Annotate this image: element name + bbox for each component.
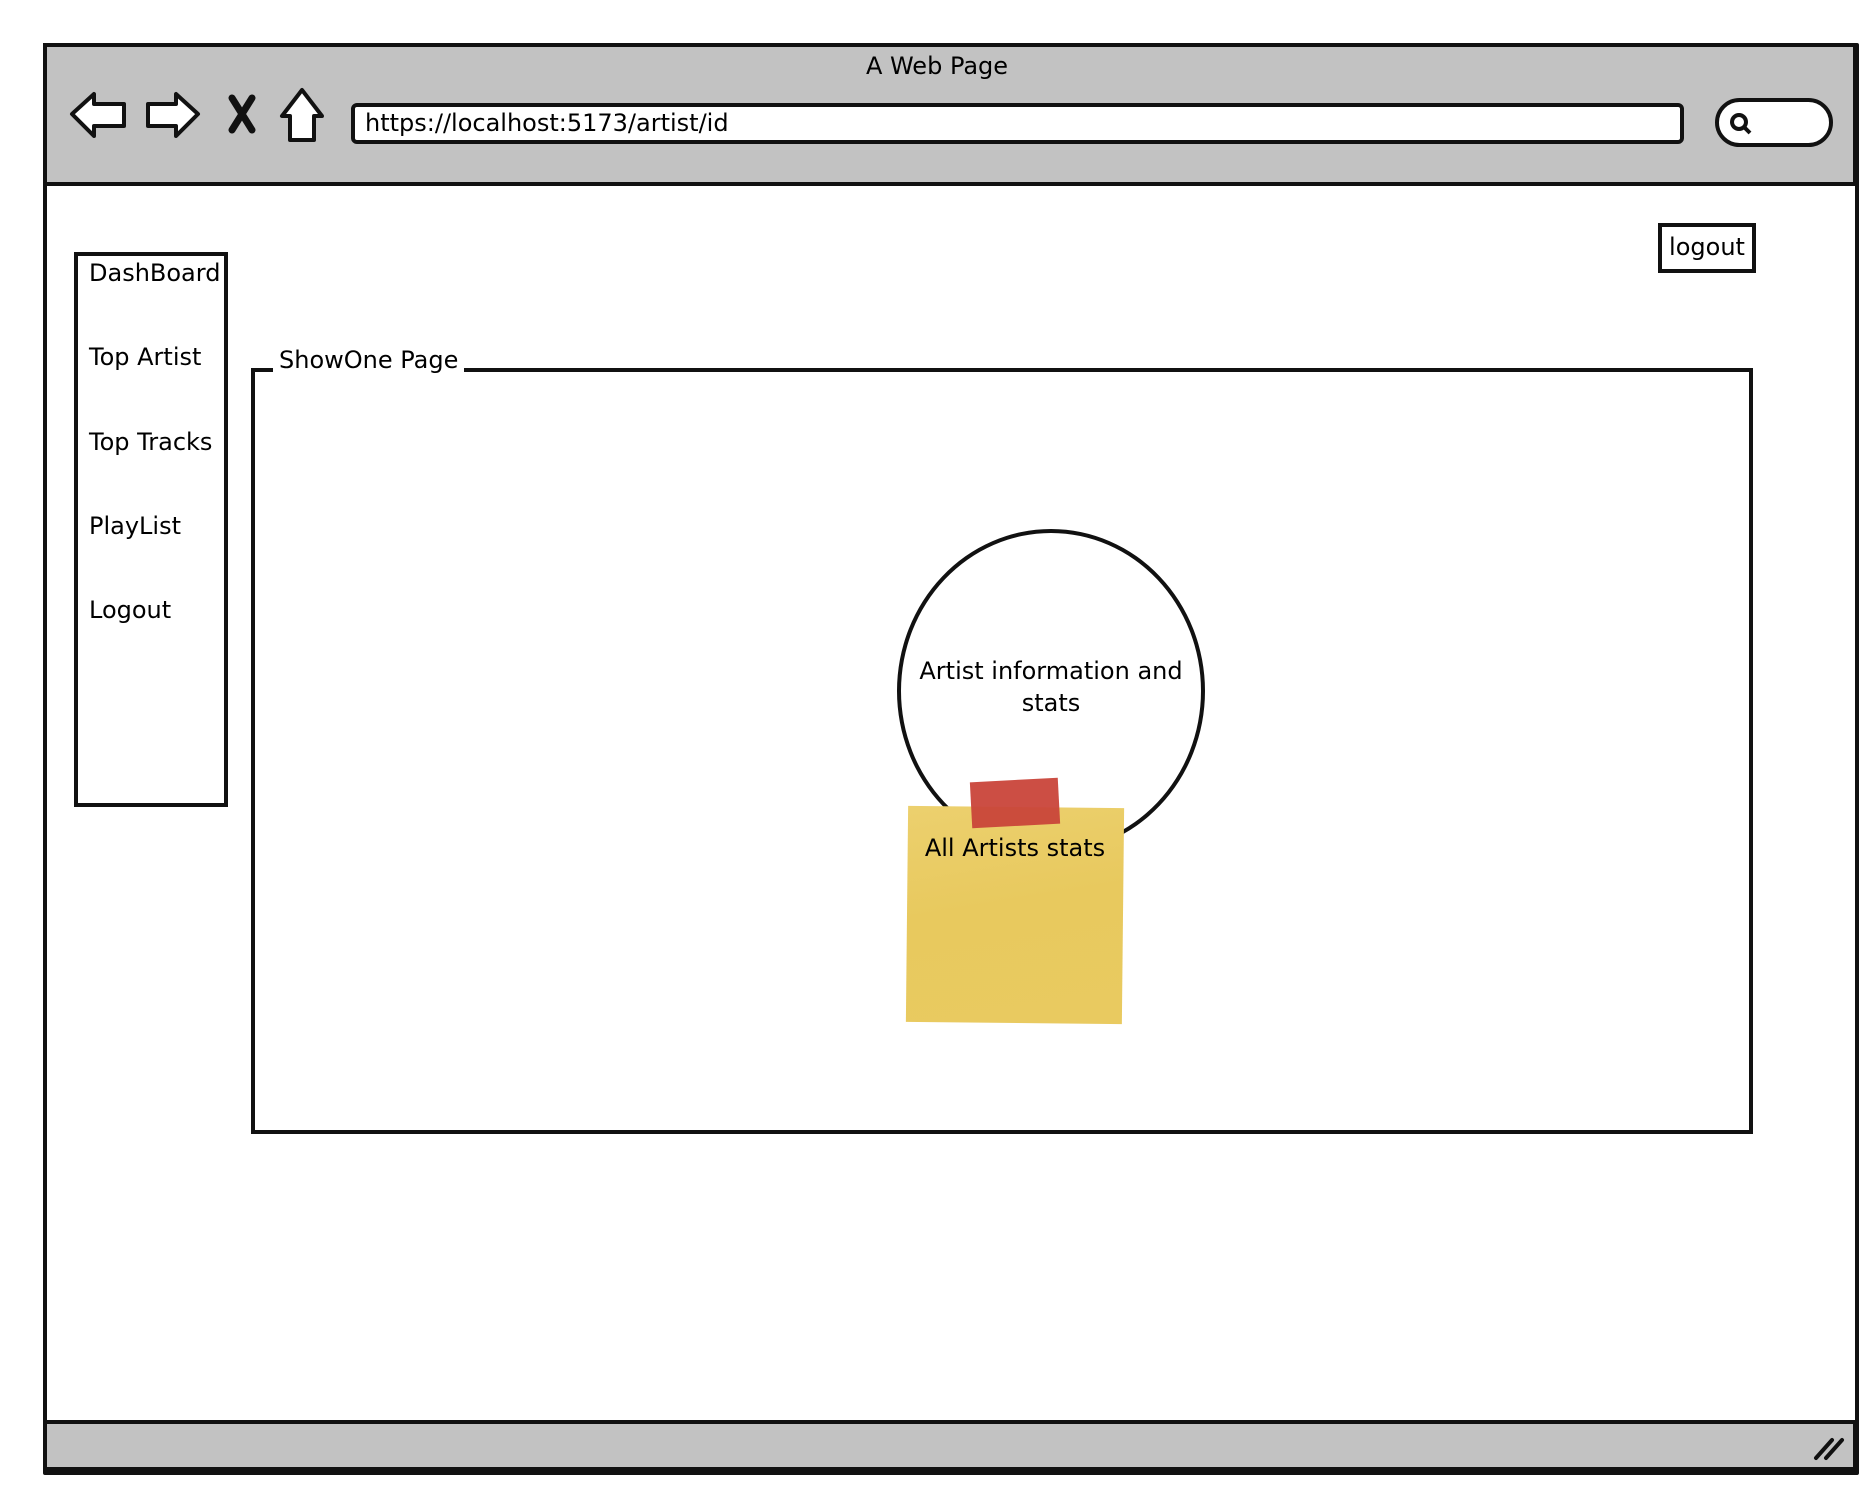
url-bar[interactable]: https://localhost:5173/artist/id <box>351 103 1684 144</box>
nav-icons <box>70 88 324 142</box>
sidebar-item-top-tracks[interactable]: Top Tracks <box>89 428 212 456</box>
sidebar-item-top-artist[interactable]: Top Artist <box>89 343 201 371</box>
browser-search-field[interactable] <box>1715 98 1833 147</box>
artist-info-text: Artist information and stats <box>919 657 1183 717</box>
resize-grip-icon[interactable] <box>1812 1432 1846 1462</box>
forward-arrow-icon[interactable] <box>146 92 200 138</box>
sticky-note-text: All Artists stats <box>924 834 1106 862</box>
logout-button[interactable]: logout <box>1658 223 1756 273</box>
sidebar-item-logout[interactable]: Logout <box>89 596 171 624</box>
search-icon <box>1730 113 1752 135</box>
group-title: ShowOne Page <box>273 346 465 374</box>
back-arrow-icon[interactable] <box>70 92 126 138</box>
tape <box>969 777 1061 829</box>
sidebar-item-playlist[interactable]: PlayList <box>89 512 181 540</box>
close-x-icon[interactable] <box>228 94 256 134</box>
status-bar <box>43 1420 1857 1471</box>
sidebar-item-dashboard[interactable]: DashBoard <box>89 259 220 287</box>
home-icon[interactable] <box>280 88 324 142</box>
window-title: A Web Page <box>865 52 1009 80</box>
